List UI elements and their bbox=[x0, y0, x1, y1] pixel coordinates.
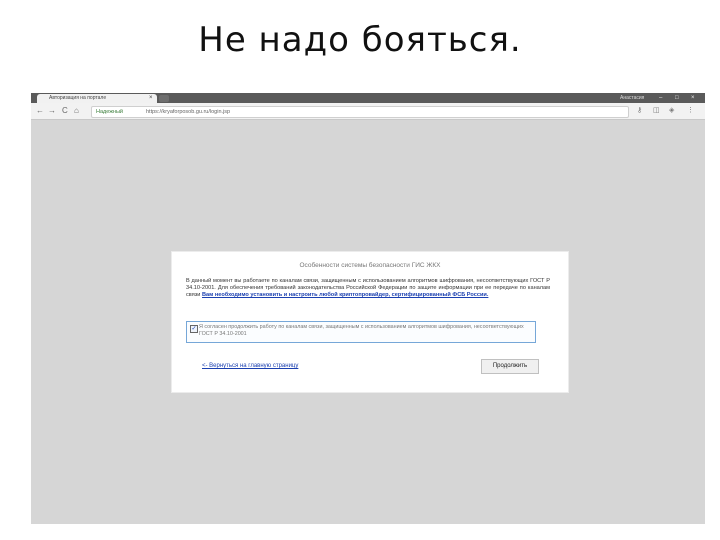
continue-button[interactable]: Продолжить bbox=[481, 359, 539, 374]
key-icon[interactable]: ⚷ bbox=[637, 103, 642, 119]
new-tab-button[interactable] bbox=[159, 95, 169, 102]
home-icon[interactable]: ⌂ bbox=[74, 103, 79, 119]
install-crypto-link[interactable]: Вам необходимо установить и настроить лю… bbox=[202, 292, 488, 298]
browser-tab[interactable]: Авторизация на портале × bbox=[37, 94, 157, 103]
minimize-icon[interactable]: – bbox=[659, 93, 662, 103]
security-dialog: Особенности системы безопасности ГИС ЖКХ… bbox=[171, 251, 569, 393]
close-window-icon[interactable]: × bbox=[691, 93, 695, 103]
address-bar[interactable]: Надежный https://kryaforposob.gu.ru/logi… bbox=[91, 106, 629, 118]
extension-icon[interactable]: ◫ bbox=[653, 103, 660, 119]
consent-box[interactable]: ✓ Я согласен продолжить работу по канала… bbox=[186, 321, 536, 343]
reload-icon[interactable]: C bbox=[62, 103, 68, 119]
dialog-message: В данный момент вы работаете по каналам … bbox=[186, 278, 550, 300]
consent-checkbox[interactable]: ✓ bbox=[190, 325, 198, 333]
tab-close-icon[interactable]: × bbox=[149, 94, 153, 103]
back-to-home-link[interactable]: <- Вернуться на главную страницу bbox=[202, 363, 298, 369]
dialog-title: Особенности системы безопасности ГИС ЖКХ bbox=[299, 262, 441, 269]
url-text: https://kryaforposob.gu.ru/login.jsp bbox=[146, 109, 231, 115]
slide-title: Не надо бояться. bbox=[198, 20, 522, 60]
browser-toolbar: ← → C ⌂ Надежный https://kryaforposob.gu… bbox=[31, 103, 705, 120]
profile-label[interactable]: Анастасия bbox=[620, 93, 644, 103]
maximize-icon[interactable]: □ bbox=[675, 93, 679, 103]
forward-icon[interactable]: → bbox=[48, 103, 56, 119]
tab-bar: Авторизация на портале × Анастасия – □ × bbox=[31, 93, 705, 103]
browser-screenshot: Авторизация на портале × Анастасия – □ ×… bbox=[31, 93, 705, 524]
consent-text: Я согласен продолжить работу по каналам … bbox=[199, 324, 524, 337]
tab-title: Авторизация на портале bbox=[49, 95, 107, 101]
shield-icon[interactable]: ◈ bbox=[669, 103, 674, 119]
menu-icon[interactable]: ⋮ bbox=[687, 103, 694, 119]
secure-label: Надежный bbox=[96, 109, 123, 115]
back-icon[interactable]: ← bbox=[36, 103, 44, 119]
